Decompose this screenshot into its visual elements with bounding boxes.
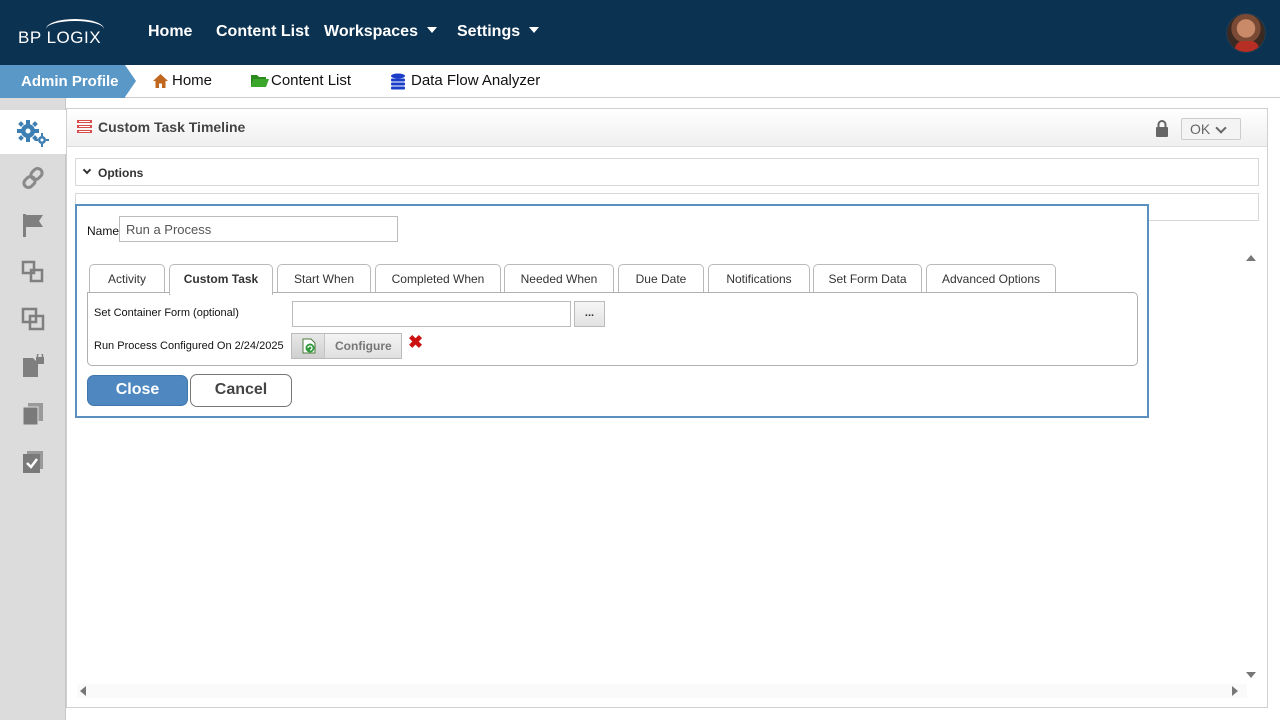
nav-settings[interactable]: Settings (457, 23, 540, 41)
container-form-input[interactable] (292, 301, 571, 327)
home-icon (153, 74, 168, 88)
tab-start-when[interactable]: Start When (277, 264, 371, 294)
scroll-down-arrow[interactable] (1246, 672, 1256, 678)
options-section[interactable]: Options (75, 158, 1259, 186)
gears-icon[interactable] (16, 119, 50, 147)
tab-needed-when[interactable]: Needed When (504, 264, 614, 294)
crumb-data-flow-analyzer-label: Data Flow Analyzer (411, 72, 541, 89)
top-navbar: BP LOGIX Home Content List Workspaces Se… (0, 0, 1280, 65)
scroll-up-arrow[interactable] (1246, 255, 1256, 261)
copy-layers-icon[interactable] (21, 307, 45, 331)
timeline-icon (77, 120, 92, 133)
nav-workspaces[interactable]: Workspaces (324, 23, 437, 41)
name-label: Name (87, 224, 120, 238)
link-icon[interactable] (21, 166, 45, 190)
tab-set-form-data[interactable]: Set Form Data (813, 264, 922, 294)
left-sidebar (0, 98, 66, 720)
folder-open-icon (251, 75, 269, 87)
close-button[interactable]: Close (87, 375, 188, 406)
ok-dropdown-button[interactable]: OK (1181, 118, 1241, 140)
options-label: Options (98, 166, 144, 180)
configure-icon-wrap (292, 334, 325, 358)
page-title: Custom Task Timeline (98, 119, 246, 135)
chevron-down-icon (82, 165, 92, 175)
nav-home[interactable]: Home (148, 23, 192, 41)
bp-logix-logo[interactable]: BP LOGIX (18, 19, 108, 47)
nav-settings-label: Settings (457, 23, 521, 40)
browse-button[interactable]: ... (574, 301, 605, 327)
panel-header: Custom Task Timeline OK (67, 109, 1267, 147)
remove-icon[interactable]: ✖ (408, 332, 423, 352)
breadcrumb-bar: Admin Profile Home Content List Data Flo… (0, 65, 1280, 98)
container-form-label: Set Container Form (optional) (94, 307, 239, 319)
chevron-down-icon (1215, 122, 1227, 134)
user-avatar[interactable] (1226, 13, 1266, 53)
flag-icon[interactable] (21, 213, 45, 237)
cancel-button[interactable]: Cancel (190, 374, 292, 407)
chevron-down-icon (426, 27, 437, 33)
ok-label: OK (1190, 121, 1211, 137)
move-icon[interactable] (21, 260, 45, 284)
locked-document-icon[interactable] (21, 354, 45, 378)
database-icon (391, 73, 405, 90)
logo-text: BP LOGIX (18, 28, 102, 47)
tab-completed-when[interactable]: Completed When (375, 264, 501, 294)
nav-workspaces-label: Workspaces (324, 23, 418, 40)
scroll-left-arrow[interactable] (80, 686, 86, 696)
tab-advanced-options[interactable]: Advanced Options (926, 264, 1056, 294)
crumb-content-list-label: Content List (271, 72, 352, 89)
checked-document-icon[interactable] (21, 450, 45, 474)
chevron-down-icon (529, 27, 540, 33)
name-input[interactable] (119, 216, 398, 242)
nav-content-list[interactable]: Content List (216, 23, 309, 41)
lock-icon[interactable] (1155, 120, 1169, 137)
admin-profile-crumb[interactable]: Admin Profile (0, 65, 125, 98)
task-dialog: Name Activity Custom Task Start When Com… (75, 204, 1149, 418)
crumb-home-label: Home (172, 72, 213, 89)
run-process-label: Run Process Configured On 2/24/2025 (94, 340, 284, 352)
scroll-right-arrow[interactable] (1232, 686, 1238, 696)
tab-custom-task[interactable]: Custom Task (169, 264, 273, 295)
configure-button[interactable]: Configure (291, 333, 402, 359)
tab-due-date[interactable]: Due Date (618, 264, 704, 294)
tab-activity[interactable]: Activity (89, 264, 165, 294)
configure-label: Configure (335, 339, 392, 353)
custom-task-tab-panel: Set Container Form (optional) ... Run Pr… (87, 292, 1138, 366)
horizontal-scrollbar[interactable] (77, 684, 1247, 698)
documents-icon[interactable] (21, 402, 45, 426)
tab-notifications[interactable]: Notifications (708, 264, 810, 294)
document-refresh-icon (302, 338, 316, 354)
admin-profile-arrow (125, 65, 136, 97)
